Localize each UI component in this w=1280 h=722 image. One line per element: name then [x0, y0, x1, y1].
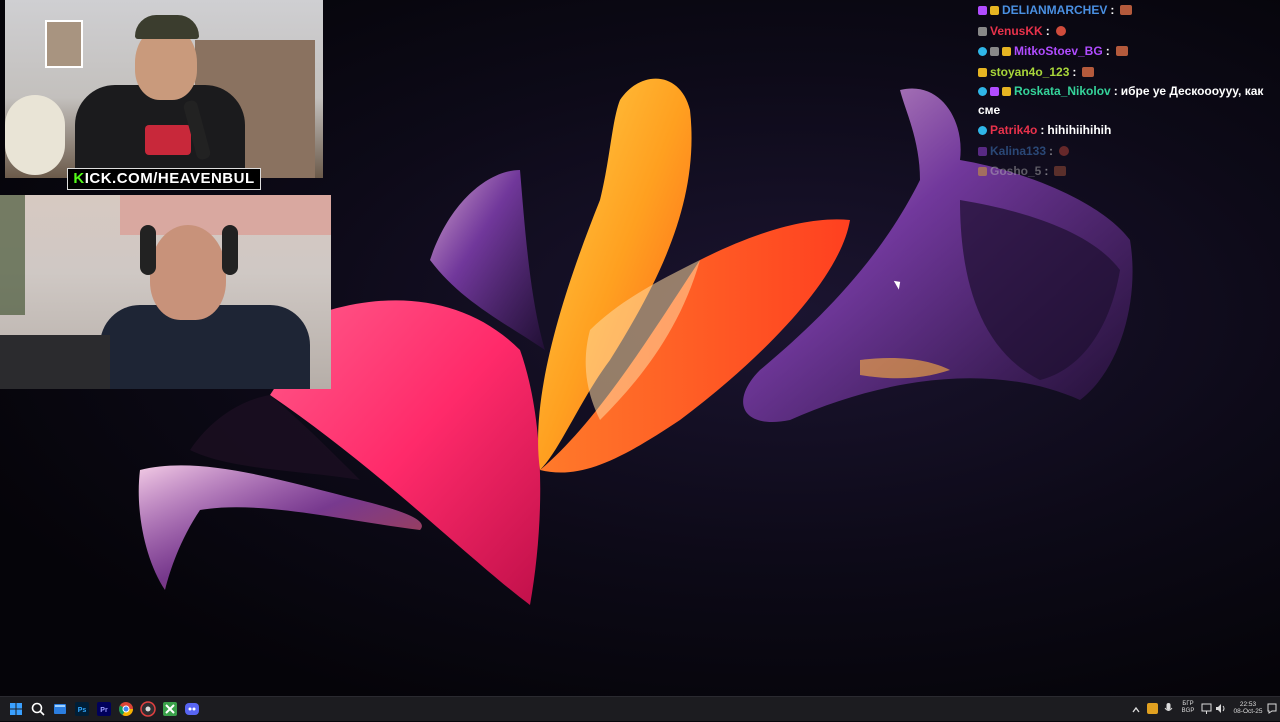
teddy-bear: [5, 95, 65, 175]
webcam-streamer-bottom: [0, 195, 331, 389]
user-badge-icon: [978, 67, 987, 77]
emote-icon: [1055, 25, 1066, 36]
chat-separator: :: [1113, 84, 1118, 98]
chat-username: Roskata_Nikolov: [1014, 84, 1111, 98]
emote-icon: [1082, 66, 1095, 77]
chat-username: Patrik4o: [990, 123, 1038, 137]
chat-username: VenusKK: [990, 23, 1043, 38]
emote-icon: [1054, 166, 1067, 176]
chat-username: Gosho_5: [990, 164, 1042, 178]
user-badge-icon: [978, 6, 987, 15]
microphone-icon[interactable]: [1162, 702, 1175, 715]
kick-banner-text: ICK.COM/HEAVENBUL: [84, 170, 255, 187]
windows-start-icon[interactable]: [8, 701, 24, 717]
chat-separator: :: [1072, 64, 1077, 79]
language-indicator[interactable]: БГР BGP: [1180, 701, 1196, 715]
emote-icon: [1120, 5, 1133, 15]
wall-picture: [45, 20, 83, 68]
clock[interactable]: 22:53 08-Oct-25: [1230, 701, 1266, 715]
chat-username: MitkoStoev_BG: [1014, 44, 1103, 58]
chat-separator: :: [1040, 123, 1045, 137]
premiere-icon[interactable]: Pr: [96, 701, 112, 717]
language-bottom: BGP: [1181, 708, 1195, 714]
webcam-streamer-top: [5, 0, 323, 178]
clock-date: 08-Oct-25: [1233, 708, 1263, 715]
kick-channel-banner: KICK.COM/HEAVENBUL: [67, 168, 261, 190]
user-badge-icon: [978, 47, 987, 56]
language-top: БГР: [1182, 701, 1194, 707]
chat-message: stoyan4o_123:: [974, 62, 1274, 83]
chat-message-text: hihihiihihih: [1047, 123, 1112, 137]
volume-icon[interactable]: [1214, 702, 1227, 715]
desk-equipment: [0, 335, 110, 389]
chat-separator: :: [1105, 44, 1110, 58]
user-badge-icon: [990, 6, 999, 15]
task-view-icon[interactable]: [52, 701, 68, 717]
user-badge-icon: [1002, 87, 1011, 96]
chevron-up-icon[interactable]: [1130, 703, 1142, 715]
game-icon[interactable]: [162, 701, 178, 717]
user-badge-icon: [978, 26, 987, 36]
photoshop-icon[interactable]: Ps: [74, 701, 90, 717]
clock-time: 22:53: [1239, 701, 1257, 708]
discord-icon[interactable]: [184, 701, 200, 717]
chat-overlay: DELIANMARCHEV: VenusKK: MitkoStoev_BG: stoy…: [974, 0, 1274, 182]
user-badge-icon: [990, 87, 999, 96]
headphones-right: [222, 225, 238, 275]
chat-message: Kalina133:: [974, 141, 1274, 162]
chat-separator: :: [1049, 143, 1054, 158]
network-icon[interactable]: [1200, 702, 1213, 715]
chat-separator: :: [1110, 3, 1115, 17]
windows-taskbar: Ps Pr БГР BGP 22:53 08-Oct-25: [0, 696, 1280, 721]
chat-username: DELIANMARCHEV: [1002, 3, 1108, 17]
chat-message: Gosho_5:: [974, 161, 1274, 182]
chat-separator: :: [1044, 164, 1049, 178]
chat-message: Roskata_Nikolov: ибре уе Дескоооууу, как …: [974, 82, 1274, 120]
emote-icon: [1059, 145, 1070, 156]
chat-message: DELIANMARCHEV:: [974, 0, 1274, 21]
svg-text:Pr: Pr: [100, 707, 108, 714]
chat-message: Patrik4o: hihihiihihih: [974, 120, 1274, 141]
emote-icon: [1115, 46, 1128, 56]
search-icon[interactable]: [30, 701, 46, 717]
chat-username: Kalina133: [990, 143, 1047, 158]
user-badge-icon: [978, 167, 987, 176]
user-badge-icon: [978, 146, 987, 156]
tray-app-icon[interactable]: [1146, 702, 1159, 715]
svg-text:Ps: Ps: [78, 707, 87, 714]
chat-message: VenusKK:: [974, 21, 1274, 42]
user-badge-icon: [978, 126, 987, 135]
chat-message: MitkoStoev_BG:: [974, 41, 1274, 62]
chrome-icon[interactable]: [118, 701, 134, 717]
user-badge-icon: [978, 87, 987, 96]
plant: [0, 195, 25, 315]
headphones-left: [140, 225, 156, 275]
notification-icon[interactable]: [1266, 702, 1278, 715]
cap: [135, 15, 199, 39]
kick-banner-prefix: K: [73, 170, 85, 187]
user-badge-icon: [1002, 47, 1011, 56]
user-badge-icon: [990, 47, 999, 56]
chat-separator: :: [1045, 23, 1050, 38]
face: [150, 225, 226, 320]
obs-icon[interactable]: [140, 701, 156, 717]
shirt-logo: [145, 125, 191, 155]
chat-username: stoyan4o_123: [990, 64, 1070, 79]
